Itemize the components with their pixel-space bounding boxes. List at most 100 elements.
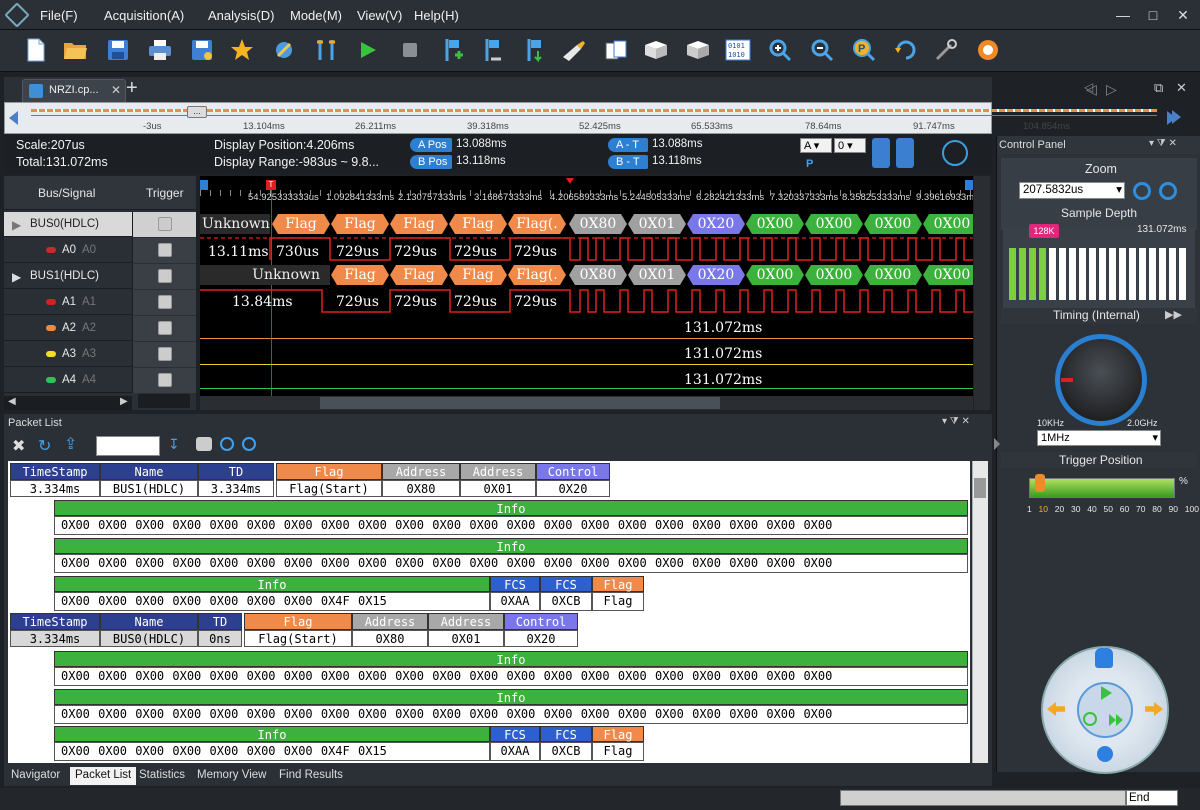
signal-scrollbar[interactable] xyxy=(4,396,132,410)
cell-flag[interactable]: Flag(Start) xyxy=(276,480,382,497)
save-icon[interactable] xyxy=(104,36,132,64)
bus0-segment[interactable]: 0X00 xyxy=(805,214,863,234)
marker-2-icon[interactable] xyxy=(965,180,973,190)
info-values[interactable]: 0X00 0X00 0X00 0X00 0X00 0X00 0X00 0X00 … xyxy=(54,667,968,686)
clear-icon[interactable]: ✖ xyxy=(12,436,25,456)
nav-loop-icon[interactable] xyxy=(1083,712,1097,726)
cell-fcs[interactable]: 0XCB xyxy=(540,592,592,611)
trigger-none-icon[interactable] xyxy=(158,347,172,361)
marker-down-icon[interactable] xyxy=(520,36,548,64)
signal-row-a3[interactable]: A3 A3 xyxy=(4,342,196,367)
bus1-segment[interactable]: Flag(. xyxy=(508,265,566,285)
cell-flag[interactable]: Flag(Start) xyxy=(244,630,352,647)
trigger-cell[interactable] xyxy=(132,316,196,341)
tab-scroll-right-icon[interactable]: ▷ xyxy=(1106,81,1117,98)
packet-search-input[interactable] xyxy=(96,436,160,456)
bus1-segment[interactable]: 0X00 xyxy=(864,265,922,285)
tab-scroll-left-icon[interactable]: ◁ xyxy=(1086,81,1097,98)
cell-timestamp[interactable]: 3.334ms xyxy=(10,480,100,497)
bus0-segment[interactable]: Flag xyxy=(272,214,330,234)
print-icon[interactable] xyxy=(146,36,174,64)
close-icon[interactable]: ✕ xyxy=(1172,4,1194,26)
trigger-slider-thumb[interactable] xyxy=(1035,474,1045,492)
add-tab-button[interactable]: + xyxy=(126,77,138,100)
signal-row-bus0[interactable]: ▶ BUS0(HDLC) xyxy=(4,212,196,237)
bus0-segment[interactable]: Flag(. xyxy=(508,214,566,234)
scroll-left-icon[interactable]: ◀ xyxy=(8,396,16,407)
zoom-out-icon[interactable] xyxy=(808,36,836,64)
trigger-none-icon[interactable] xyxy=(158,373,172,387)
packet-vscrollbar[interactable] xyxy=(972,461,988,763)
panel-collapse-icon[interactable] xyxy=(994,438,1000,450)
bus1-segment[interactable]: Flag xyxy=(449,265,507,285)
trigger-cell[interactable] xyxy=(132,342,196,367)
cell-flag-end[interactable]: Flag xyxy=(592,742,644,761)
bus0-segment[interactable]: Unknown xyxy=(200,214,270,234)
p-label[interactable]: P xyxy=(806,158,813,170)
info-values[interactable]: 0X00 0X00 0X00 0X00 0X00 0X00 0X00 0X4F … xyxy=(54,742,490,761)
doc-close-icon[interactable]: ✕ xyxy=(1176,80,1187,96)
cell-address[interactable]: 0X01 xyxy=(428,630,504,647)
menu-view[interactable]: View(V) xyxy=(357,8,402,23)
add-marker-icon[interactable] xyxy=(438,36,466,64)
bus1-segment[interactable]: 0X00 xyxy=(805,265,863,285)
signal-row-a1[interactable]: A1 A1 xyxy=(4,290,196,315)
tab-close-icon[interactable]: ✕ xyxy=(111,83,121,97)
find-next-icon[interactable] xyxy=(242,437,256,451)
bus0-segment[interactable]: 0X01 xyxy=(628,214,686,234)
timeline-left-arrow-icon[interactable] xyxy=(9,111,18,125)
timeline-thumb[interactable]: ... xyxy=(187,106,207,118)
bus0-segment[interactable]: Flag xyxy=(390,214,448,234)
zoom-p-icon[interactable]: P xyxy=(850,36,878,64)
find-icon[interactable] xyxy=(196,437,212,451)
help-ring-icon[interactable] xyxy=(974,36,1002,64)
menu-help[interactable]: Help(H) xyxy=(414,8,459,23)
trigger-none-icon[interactable] xyxy=(158,321,172,335)
cursor-index-select[interactable]: 0 ▾ xyxy=(834,138,866,153)
cell-td[interactable]: 0ns xyxy=(198,630,242,647)
cell-address[interactable]: 0X01 xyxy=(460,480,536,497)
trigger-none-icon[interactable] xyxy=(158,217,172,231)
signal-row-a0[interactable]: A0 A0 xyxy=(4,238,196,263)
cursor-select[interactable]: A ▾ xyxy=(800,138,832,153)
star-icon[interactable] xyxy=(228,36,256,64)
fast-forward-icon[interactable]: ▶▶ xyxy=(1165,308,1182,321)
hand-icon[interactable] xyxy=(1095,648,1113,668)
probe-icon[interactable] xyxy=(896,138,914,168)
signal-row-a2[interactable]: A2 A2 xyxy=(4,316,196,341)
cell-fcs[interactable]: 0XCB xyxy=(540,742,592,761)
bus0-segment[interactable]: 0X00 xyxy=(746,214,804,234)
minimize-icon[interactable]: — xyxy=(1112,4,1134,26)
settings-brush-icon[interactable] xyxy=(270,36,298,64)
tab-packet-list[interactable]: Packet List xyxy=(70,767,137,785)
packet2-icon[interactable] xyxy=(684,36,712,64)
tab-navigator[interactable]: Navigator xyxy=(6,767,65,785)
tab-find-results[interactable]: Find Results xyxy=(274,767,348,785)
expand-icon[interactable]: ▶ xyxy=(12,270,21,284)
trigger-position-slider[interactable] xyxy=(1029,478,1175,498)
find-prev-icon[interactable] xyxy=(220,437,234,451)
flashlight-icon[interactable] xyxy=(560,36,588,64)
trigger-edge-icon[interactable] xyxy=(158,243,172,257)
cell-name[interactable]: BUS1(HDLC) xyxy=(100,480,198,497)
cell-name[interactable]: BUS0(HDLC) xyxy=(100,630,198,647)
zoom-in-icon[interactable] xyxy=(766,36,794,64)
cell-fcs[interactable]: 0XAA xyxy=(490,592,540,611)
cell-timestamp[interactable]: 3.334ms xyxy=(10,630,100,647)
zoom-in-icon[interactable] xyxy=(1133,182,1151,200)
device-icon[interactable] xyxy=(872,138,890,168)
wave-hscroll-thumb[interactable] xyxy=(320,397,720,409)
cell-control[interactable]: 0X20 xyxy=(504,630,578,647)
info-values[interactable]: 0X00 0X00 0X00 0X00 0X00 0X00 0X00 0X4F … xyxy=(54,592,490,611)
signal-row-bus1[interactable]: ▶ BUS1(HDLC) xyxy=(4,264,196,289)
timeline-right-arrow-icon[interactable] xyxy=(1172,110,1181,124)
bus1-segment[interactable]: 0X20 xyxy=(687,265,745,285)
rotate-icon[interactable] xyxy=(892,36,920,64)
trigger-cell[interactable] xyxy=(132,264,196,289)
marker-up-icon[interactable] xyxy=(478,36,506,64)
copy-icon[interactable] xyxy=(602,36,630,64)
waveform-area[interactable]: T 54.925333333us 1.092841333ms 2.1307573… xyxy=(200,176,973,410)
bus1-segment[interactable]: Flag xyxy=(331,265,389,285)
rate-select[interactable]: 1MHz ▾ xyxy=(1037,430,1161,446)
sort-icon[interactable]: ↧ xyxy=(168,436,180,453)
